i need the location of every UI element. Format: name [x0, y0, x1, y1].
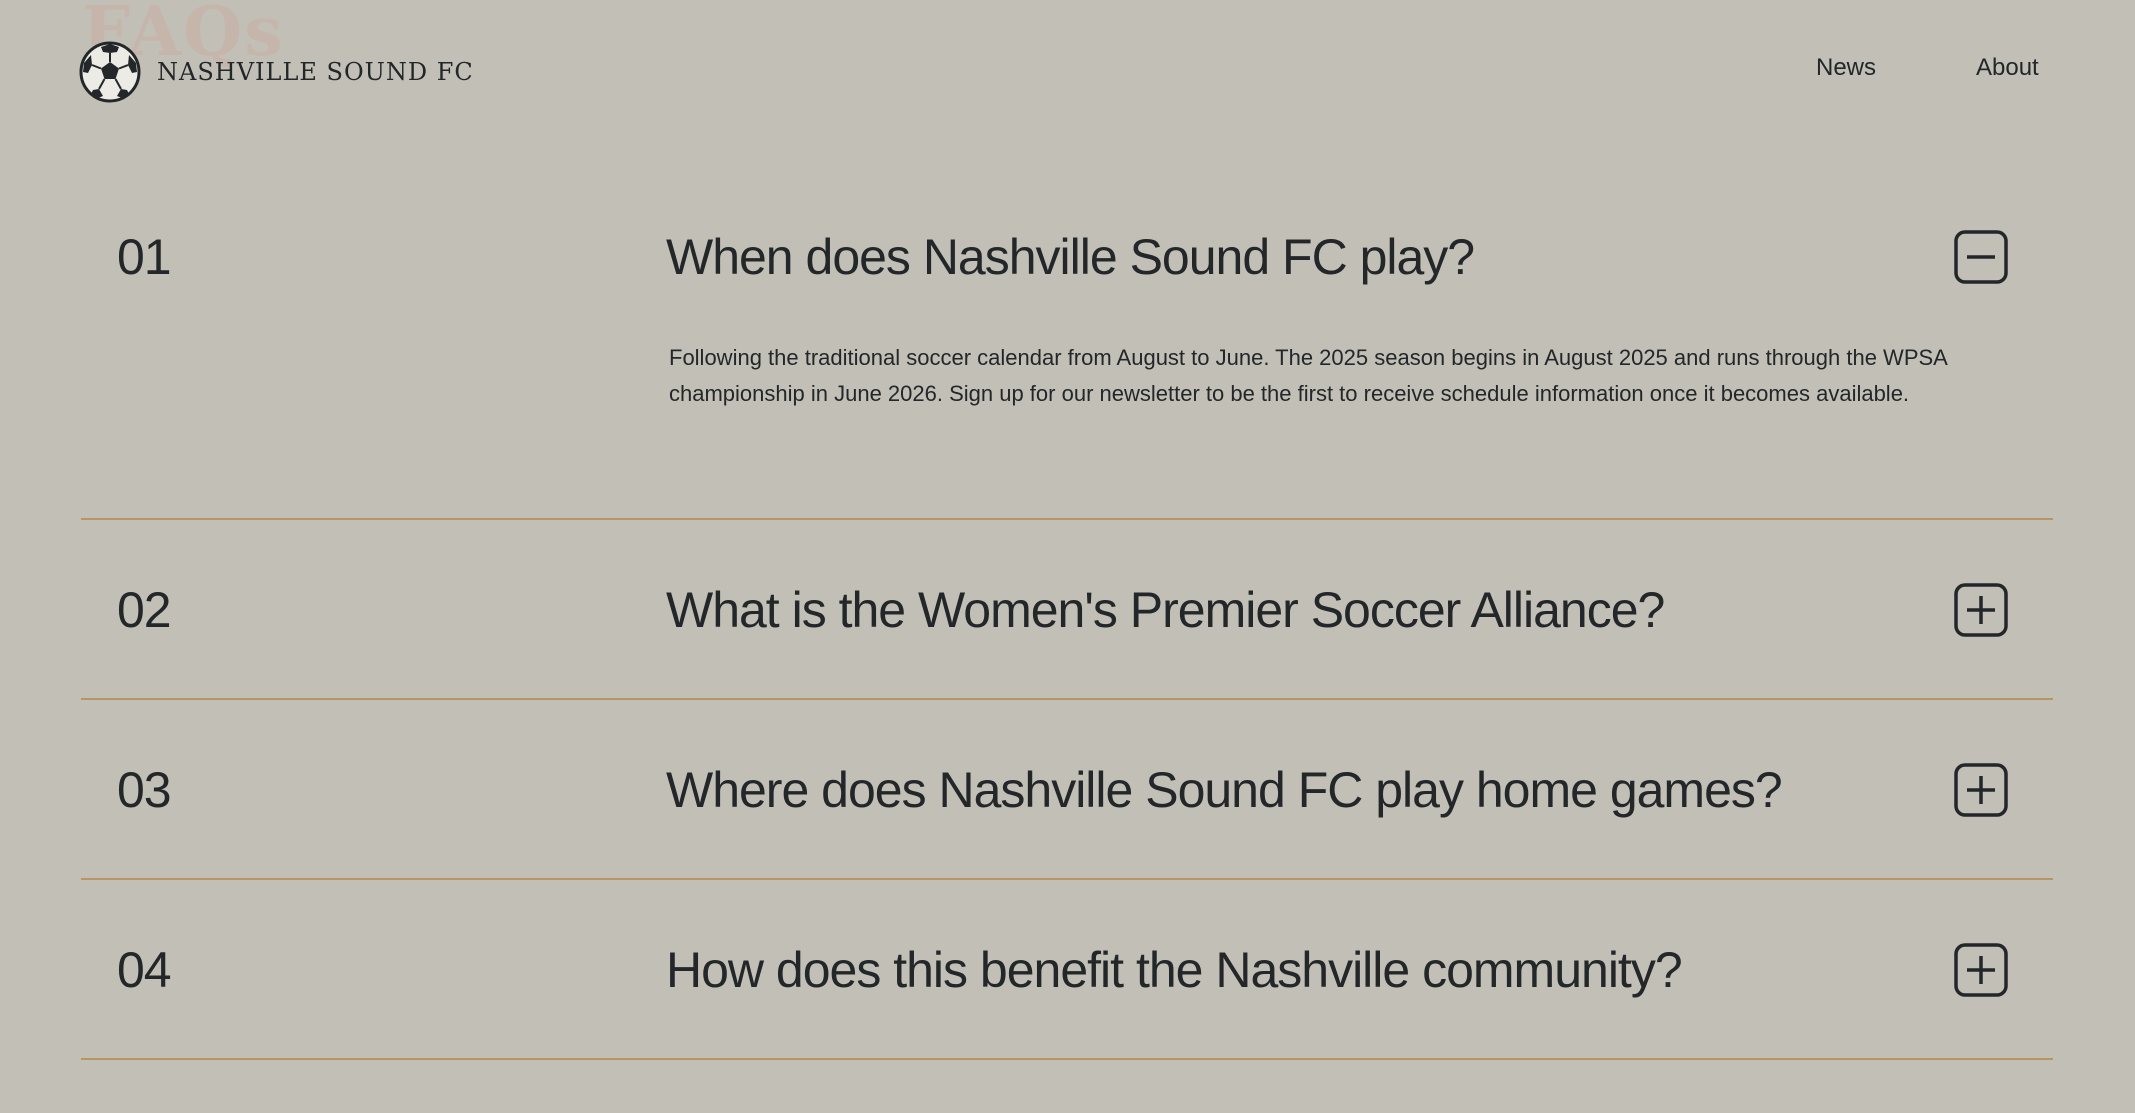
- faq-list: 01 When does Nashville Sound FC play? Fo…: [81, 180, 2053, 1060]
- faq-number: 04: [117, 942, 172, 998]
- nav-link-about[interactable]: About: [1976, 54, 2039, 82]
- faq-question[interactable]: How does this benefit the Nashville comm…: [666, 940, 1683, 1000]
- faq-number: 01: [117, 229, 172, 285]
- plus-square-icon[interactable]: [1954, 583, 2008, 637]
- site-header: NASHVILLE SOUND FC News About: [0, 0, 2135, 140]
- faq-item-03: 03 Where does Nashville Sound FC play ho…: [81, 700, 2053, 880]
- faq-question[interactable]: When does Nashville Sound FC play?: [666, 227, 1475, 287]
- minus-square-icon[interactable]: [1954, 230, 2008, 284]
- faq-question[interactable]: Where does Nashville Sound FC play home …: [666, 760, 1783, 820]
- plus-square-icon[interactable]: [1954, 763, 2008, 817]
- faq-question[interactable]: What is the Women's Premier Soccer Allia…: [666, 580, 1665, 640]
- site-logo-link[interactable]: NASHVILLE SOUND FC: [79, 41, 474, 103]
- faq-answer: Following the traditional soccer calenda…: [669, 345, 1947, 406]
- plus-square-icon[interactable]: [1954, 943, 2008, 997]
- faq-item-04: 04 How does this benefit the Nashville c…: [81, 880, 2053, 1060]
- faq-number: 02: [117, 582, 172, 638]
- logo-text: NASHVILLE SOUND FC: [157, 58, 474, 86]
- faq-item-01: 01 When does Nashville Sound FC play? Fo…: [81, 180, 2053, 520]
- faq-number: 03: [117, 762, 172, 818]
- nav-link-news[interactable]: News: [1816, 54, 1876, 82]
- soccer-ball-icon: [79, 41, 141, 103]
- faq-item-02: 02 What is the Women's Premier Soccer Al…: [81, 520, 2053, 700]
